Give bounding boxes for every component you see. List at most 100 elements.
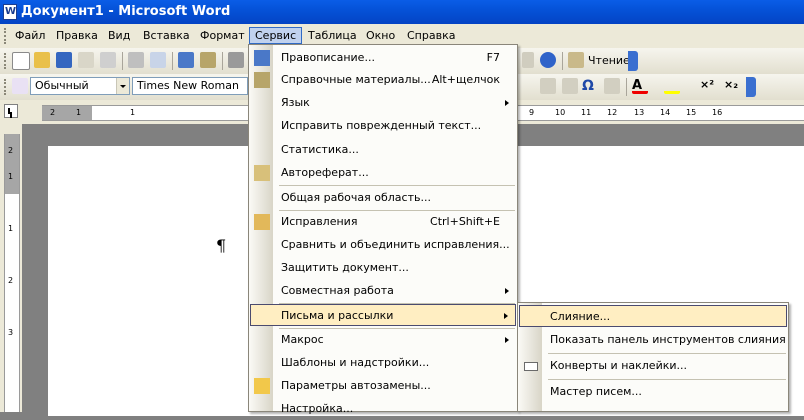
word-document-icon[interactable] [3, 4, 17, 20]
menu-item-compare-merge[interactable]: Сравнить и объединить исправления... [250, 234, 516, 256]
toolbar-grip-handle[interactable] [4, 79, 9, 95]
spelling-check-icon[interactable] [178, 52, 194, 68]
toolbar-options-icon[interactable] [628, 51, 638, 71]
submenu-arrow-icon [505, 288, 509, 294]
vruler-number: 1 [8, 172, 14, 181]
menu-item-label: Справочные материалы... [281, 73, 431, 86]
menu-item-label: Конверты и наклейки... [550, 359, 688, 372]
vertical-ruler[interactable]: 2 1 1 2 3 [0, 124, 22, 412]
vruler-number: 1 [8, 224, 14, 233]
toolbar-separator [122, 52, 123, 70]
submenu-item-letter-wizard[interactable]: Мастер писем... [519, 381, 787, 403]
menu-item-letters-mailings[interactable]: Письма и рассылки [250, 304, 516, 326]
toolbar-separator [626, 78, 627, 96]
magnifier-icon[interactable] [150, 52, 166, 68]
menu-format[interactable]: Формат [195, 27, 250, 44]
ruler-number: 16 [712, 108, 723, 117]
letters-mailings-submenu: Слияние... Показать панель инструментов … [517, 302, 789, 412]
menu-item-label: Совместная работа [281, 284, 394, 297]
font-color-icon[interactable]: A [632, 78, 648, 94]
toolbar-grip-handle[interactable] [4, 53, 9, 69]
vertical-ruler-top-margin [5, 134, 19, 194]
autosummary-icon [254, 165, 270, 181]
styles-pane-icon[interactable] [12, 78, 28, 94]
menu-item-label: Параметры автозамены... [281, 379, 431, 392]
menu-item-label: Макрос [281, 333, 324, 346]
help-icon[interactable] [540, 52, 556, 68]
print-icon[interactable] [100, 52, 116, 68]
open-folder-icon[interactable] [34, 52, 50, 68]
menu-help[interactable]: Справка [402, 27, 460, 44]
chevron-down-icon[interactable] [116, 78, 129, 94]
menu-item-label: Шаблоны и надстройки... [281, 356, 430, 369]
highlight-icon[interactable] [664, 78, 680, 94]
menubar-grip-handle[interactable] [4, 28, 9, 44]
tab-stop-selector-icon[interactable] [4, 104, 18, 118]
ruler-number: 11 [581, 108, 592, 117]
omega-icon[interactable]: Ω [582, 78, 598, 94]
menu-item-language[interactable]: Язык [250, 92, 516, 114]
menu-item-word-count[interactable]: Статистика... [250, 139, 516, 161]
menu-item-label: Письма и рассылки [281, 309, 394, 322]
subscript-icon[interactable]: ×₂ [724, 78, 740, 94]
bullets-icon[interactable] [562, 78, 578, 94]
menu-item-collaboration[interactable]: Совместная работа [250, 280, 516, 302]
submenu-item-mail-merge[interactable]: Слияние... [519, 305, 787, 327]
submenu-arrow-icon [504, 313, 508, 319]
menu-window[interactable]: Окно [361, 27, 400, 44]
ruler-number: 12 [607, 108, 618, 117]
superscript-icon[interactable]: ×² [700, 78, 716, 94]
menu-item-autocorrect-options[interactable]: Параметры автозамены... [250, 375, 516, 397]
cut-icon[interactable] [228, 52, 244, 68]
research-icon[interactable] [200, 52, 216, 68]
vruler-number: 2 [8, 146, 14, 155]
menu-table[interactable]: Таблица [303, 27, 362, 44]
zoom-dropdown-icon[interactable] [522, 52, 534, 68]
menu-item-label: Правописание... [281, 51, 375, 64]
menu-item-recover-text[interactable]: Исправить поврежденный текст... [250, 115, 516, 137]
menu-separator [548, 379, 786, 380]
print-preview-icon[interactable] [128, 52, 144, 68]
toolbar-options-icon[interactable] [746, 77, 756, 97]
menu-item-customize[interactable]: Настройка... [250, 398, 516, 420]
reading-layout-icon[interactable] [568, 52, 584, 68]
vruler-number: 2 [8, 276, 14, 285]
menu-view[interactable]: Вид [103, 27, 135, 44]
menu-file[interactable]: Файл [10, 27, 50, 44]
research-icon [254, 72, 270, 88]
menu-item-shared-workspace[interactable]: Общая рабочая область... [250, 187, 516, 209]
menu-item-autosummary[interactable]: Автореферат... [250, 162, 516, 184]
save-icon[interactable] [56, 52, 72, 68]
menu-item-label: Настройка... [281, 402, 354, 415]
font-combo[interactable]: Times New Roman [132, 77, 248, 95]
envelope-icon [524, 362, 538, 371]
submenu-item-show-mail-merge-toolbar[interactable]: Показать панель инструментов слияния [519, 329, 787, 351]
track-changes-icon [254, 214, 270, 230]
menu-item-protect-document[interactable]: Защитить документ... [250, 257, 516, 279]
submenu-item-envelopes-labels[interactable]: Конверты и наклейки... [519, 355, 787, 377]
ruler-number: 1 [76, 108, 82, 117]
menu-tools[interactable]: Сервис [249, 27, 303, 44]
menu-item-label: Исправить поврежденный текст... [281, 119, 482, 132]
menu-item-templates-addins[interactable]: Шаблоны и надстройки... [250, 352, 516, 374]
menu-item-track-changes[interactable]: Исправления Ctrl+Shift+E [250, 211, 516, 233]
reading-button-label[interactable]: Чтение [588, 54, 630, 67]
style-combo[interactable]: Обычный [30, 77, 130, 95]
ruler-number: 10 [555, 108, 566, 117]
new-document-icon[interactable] [12, 52, 30, 70]
menu-item-research[interactable]: Справочные материалы... Alt+щелчок [250, 69, 516, 91]
ruler-number: 1 [130, 108, 136, 117]
menu-item-spelling[interactable]: Правописание... F7 [250, 47, 516, 69]
menu-item-label: Статистика... [281, 143, 359, 156]
menu-item-label: Защитить документ... [281, 261, 409, 274]
permission-icon[interactable] [78, 52, 94, 68]
menu-separator [548, 353, 786, 354]
numbering-icon[interactable] [540, 78, 556, 94]
menu-item-label: Язык [281, 96, 310, 109]
ruler-number: 15 [686, 108, 697, 117]
equation-icon[interactable] [604, 78, 620, 94]
menu-edit[interactable]: Правка [51, 27, 103, 44]
menu-item-macro[interactable]: Макрос [250, 329, 516, 351]
ruler-number: 2 [50, 108, 56, 117]
menu-insert[interactable]: Вставка [138, 27, 195, 44]
